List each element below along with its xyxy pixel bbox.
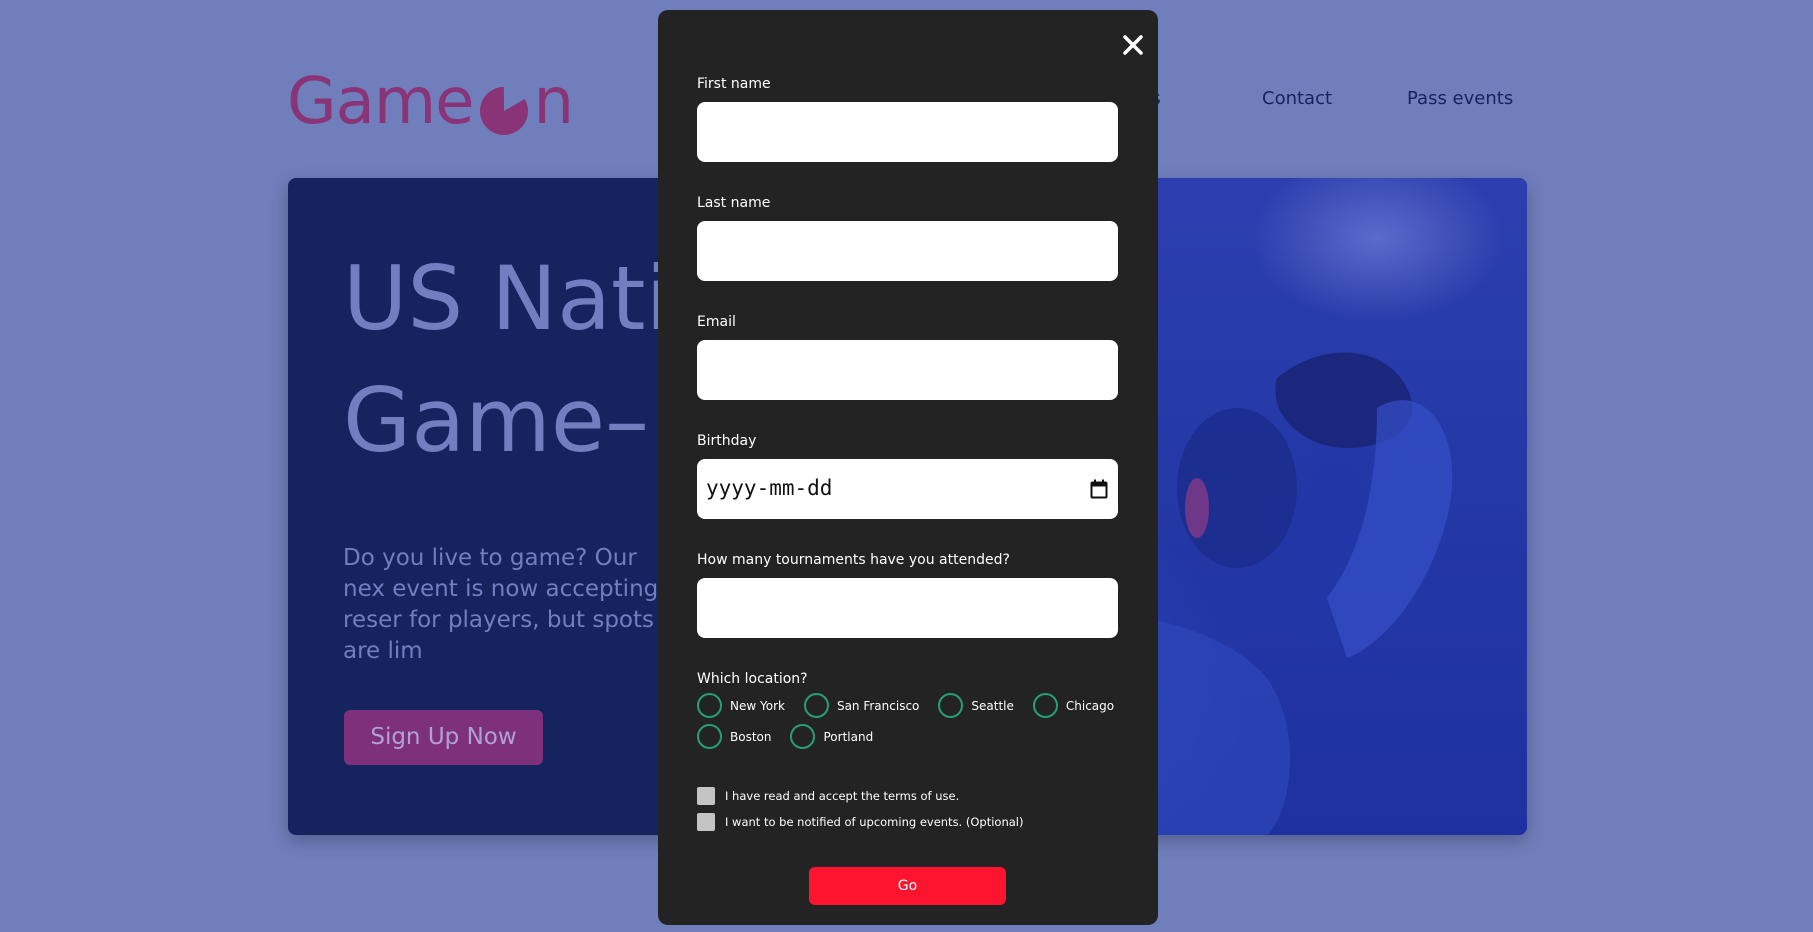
tournaments-label: How many tournaments have you attended? <box>697 552 1010 568</box>
radio-circle <box>790 724 816 749</box>
location-radio-chicago[interactable]: Chicago <box>1032 693 1115 718</box>
last-name-label: Last name <box>697 195 771 211</box>
radio-circle <box>697 724 722 749</box>
tournaments-input[interactable] <box>697 578 1118 638</box>
close-icon[interactable] <box>1118 30 1148 60</box>
birthday-label: Birthday <box>697 433 757 449</box>
nav-contact-link[interactable]: Contact <box>1262 88 1332 109</box>
radio-label: Chicago <box>1065 698 1115 713</box>
terms-label: I have read and accept the terms of use. <box>725 789 960 803</box>
radio-label: Seattle <box>971 698 1014 713</box>
location-radio-new-york[interactable]: New York <box>697 693 785 718</box>
location-radio-portland[interactable]: Portland <box>790 724 873 749</box>
radio-label: Boston <box>730 729 772 744</box>
first-name-label: First name <box>697 76 771 92</box>
calendar-icon[interactable] <box>1090 479 1108 499</box>
checkbox-box <box>697 813 715 831</box>
notify-checkbox[interactable]: I want to be notified of upcoming events… <box>697 813 1023 831</box>
hero-description: Do you live to game? Our nex event is no… <box>343 545 659 664</box>
email-label: Email <box>697 314 736 330</box>
go-submit-button[interactable]: Go <box>809 867 1006 905</box>
terms-checkbox[interactable]: I have read and accept the terms of use. <box>697 787 959 805</box>
location-radio-seattle[interactable]: Seattle <box>938 693 1014 718</box>
first-name-input[interactable] <box>697 102 1118 162</box>
checkbox-box <box>697 787 715 805</box>
email-input[interactable] <box>697 340 1118 400</box>
location-question: Which location? <box>697 671 808 687</box>
signup-modal: First name Last name Email Birthday yyyy… <box>658 10 1158 925</box>
location-radio-boston[interactable]: Boston <box>697 724 771 749</box>
nav-pass-events-link[interactable]: Pass events <box>1407 88 1513 109</box>
notify-label: I want to be notified of upcoming events… <box>725 815 1024 829</box>
radio-label: Portland <box>823 729 874 744</box>
radio-circle <box>1032 693 1058 718</box>
sign-up-now-button[interactable]: Sign Up Now <box>344 710 543 765</box>
radio-label: San Francisco <box>836 698 920 713</box>
radio-circle <box>803 693 829 718</box>
location-radio-row-1: New York San Francisco Seattle Chicago <box>697 693 1133 718</box>
radio-circle <box>697 693 722 718</box>
last-name-input[interactable] <box>697 221 1118 281</box>
radio-circle <box>938 693 964 718</box>
location-radio-san-francisco[interactable]: San Francisco <box>803 693 920 718</box>
birthday-input[interactable]: yyyy-mm-dd <box>697 459 1118 519</box>
radio-label: New York <box>730 698 785 713</box>
location-radio-row-2: Boston Portland <box>697 724 892 749</box>
birthday-placeholder: yyyy-mm-dd <box>706 476 833 500</box>
